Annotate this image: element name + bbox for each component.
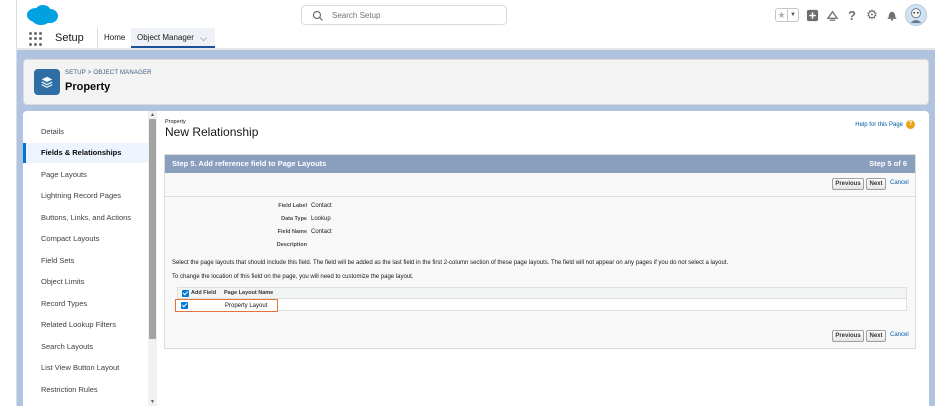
page-header: SETUP > OBJECT MANAGER Property [23, 59, 929, 105]
sidebar-item-field-sets[interactable]: Field Sets [23, 251, 148, 271]
sidebar-item-restriction-rules[interactable]: Restriction Rules [23, 380, 148, 400]
step-header: Step 5. Add reference field to Page Layo… [165, 155, 915, 173]
help-link[interactable]: Help for this Page ? [855, 120, 915, 129]
instruction-text: Select the page layouts that should incl… [172, 260, 729, 266]
instruction-text-2: To change the location of this field on … [172, 274, 414, 280]
sidebar-item-object-limits[interactable]: Object Limits [23, 272, 148, 292]
table-header: Add Field Page Layout Name [178, 288, 906, 299]
sidebar-item-record-types[interactable]: Record Types [23, 294, 148, 314]
sidebar-item-search-layouts[interactable]: Search Layouts [23, 337, 148, 357]
field-name-label: Field Name [277, 229, 307, 235]
chevron-down-icon[interactable]: ⌵ [200, 28, 207, 48]
previous-button-bottom[interactable]: Previous [832, 330, 864, 342]
app-launcher-icon[interactable] [29, 32, 43, 46]
header-utilities: ★ ▼ ? ⚙ [775, 4, 927, 26]
salesforce-logo[interactable] [25, 4, 59, 26]
avatar[interactable] [905, 4, 927, 26]
col-page-layout-name: Page Layout Name [224, 290, 274, 296]
layers-icon [34, 69, 60, 95]
gear-icon[interactable]: ⚙ [865, 7, 879, 22]
sidebar-item-fields-relationships[interactable]: Fields & Relationships [23, 143, 148, 163]
sidebar-item-buttons-links-actions[interactable]: Buttons, Links, and Actions [23, 208, 148, 228]
description-label: Description [276, 242, 307, 248]
cancel-link-bottom[interactable]: Cancel [890, 332, 909, 338]
global-header: ★ ▼ ? ⚙ [17, 0, 935, 28]
bell-icon[interactable] [885, 8, 899, 22]
sidebar-item-lightning-record-pages[interactable]: Lightning Record Pages [23, 186, 148, 206]
layout-name: Property Layout [225, 303, 268, 309]
next-button-bottom[interactable]: Next [866, 330, 886, 342]
sidebar-item-related-lookup-filters[interactable]: Related Lookup Filters [23, 315, 148, 335]
step-title: Step 5. Add reference field to Page Layo… [172, 159, 327, 168]
object-sidebar: Details Fields & Relationships Page Layo… [23, 111, 148, 406]
sidebar-scrollbar[interactable]: ▲ ▼ [148, 111, 157, 406]
sidebar-item-compact-layouts[interactable]: Compact Layouts [23, 229, 148, 249]
main-content: Property New Relationship Help for this … [163, 111, 921, 406]
divider [165, 196, 915, 197]
field-name-value: Contact [311, 229, 332, 235]
sidebar-item-page-layouts[interactable]: Page Layouts [23, 165, 148, 185]
field-label-label: Field Label [278, 203, 307, 209]
favorites-control[interactable]: ★ ▼ [775, 8, 799, 22]
search-bar[interactable] [301, 5, 507, 25]
body-panel: Details Fields & Relationships Page Layo… [23, 111, 929, 406]
breadcrumb[interactable]: SETUP > OBJECT MANAGER [65, 70, 152, 76]
field-label-value: Contact [311, 203, 332, 209]
next-button-top[interactable]: Next [866, 178, 886, 190]
app-name: Setup [55, 32, 84, 44]
previous-button-top[interactable]: Previous [832, 178, 864, 190]
scrollbar-thumb[interactable] [149, 119, 156, 339]
scroll-down-arrow-icon[interactable]: ▼ [148, 398, 157, 406]
tab-home[interactable]: Home [97, 28, 131, 48]
tab-object-manager[interactable]: Object Manager ⌵ [131, 28, 215, 48]
chevron-down-icon[interactable]: ▼ [787, 9, 798, 21]
help-link-label[interactable]: Help for this Page [855, 122, 903, 128]
setup-background: SETUP > OBJECT MANAGER Property Details … [17, 50, 935, 406]
row-checkbox[interactable] [181, 302, 188, 309]
trailhead-icon[interactable] [825, 8, 839, 22]
global-actions-icon[interactable] [805, 8, 819, 22]
select-all-checkbox[interactable] [182, 290, 189, 297]
tab-object-manager-label: Object Manager [137, 33, 194, 42]
data-type-label: Data Type [281, 216, 307, 222]
content-title: New Relationship [165, 125, 259, 139]
context-bar: Setup Home Object Manager ⌵ [17, 28, 935, 50]
star-icon[interactable]: ★ [776, 9, 787, 21]
table-row[interactable]: Property Layout [175, 299, 278, 312]
sidebar-item-list-view-button-layout[interactable]: List View Button Layout [23, 358, 148, 378]
help-icon[interactable]: ? [845, 8, 859, 23]
wizard-panel: Step 5. Add reference field to Page Layo… [164, 154, 916, 349]
search-icon [312, 10, 323, 21]
page-title: Property [65, 81, 111, 93]
scroll-up-arrow-icon[interactable]: ▲ [148, 111, 157, 119]
search-input[interactable] [332, 8, 500, 22]
page-layout-table: Add Field Page Layout Name Property Layo… [175, 287, 907, 312]
app-window: ★ ▼ ? ⚙ Setup Home Object Mana [16, 0, 935, 406]
data-type-value: Lookup [311, 216, 331, 222]
help-icon[interactable]: ? [906, 120, 915, 129]
cancel-link-top[interactable]: Cancel [890, 180, 909, 186]
col-add-field: Add Field [191, 290, 217, 296]
sidebar-item-details[interactable]: Details [23, 122, 148, 142]
step-count: Step 5 of 6 [869, 159, 907, 168]
